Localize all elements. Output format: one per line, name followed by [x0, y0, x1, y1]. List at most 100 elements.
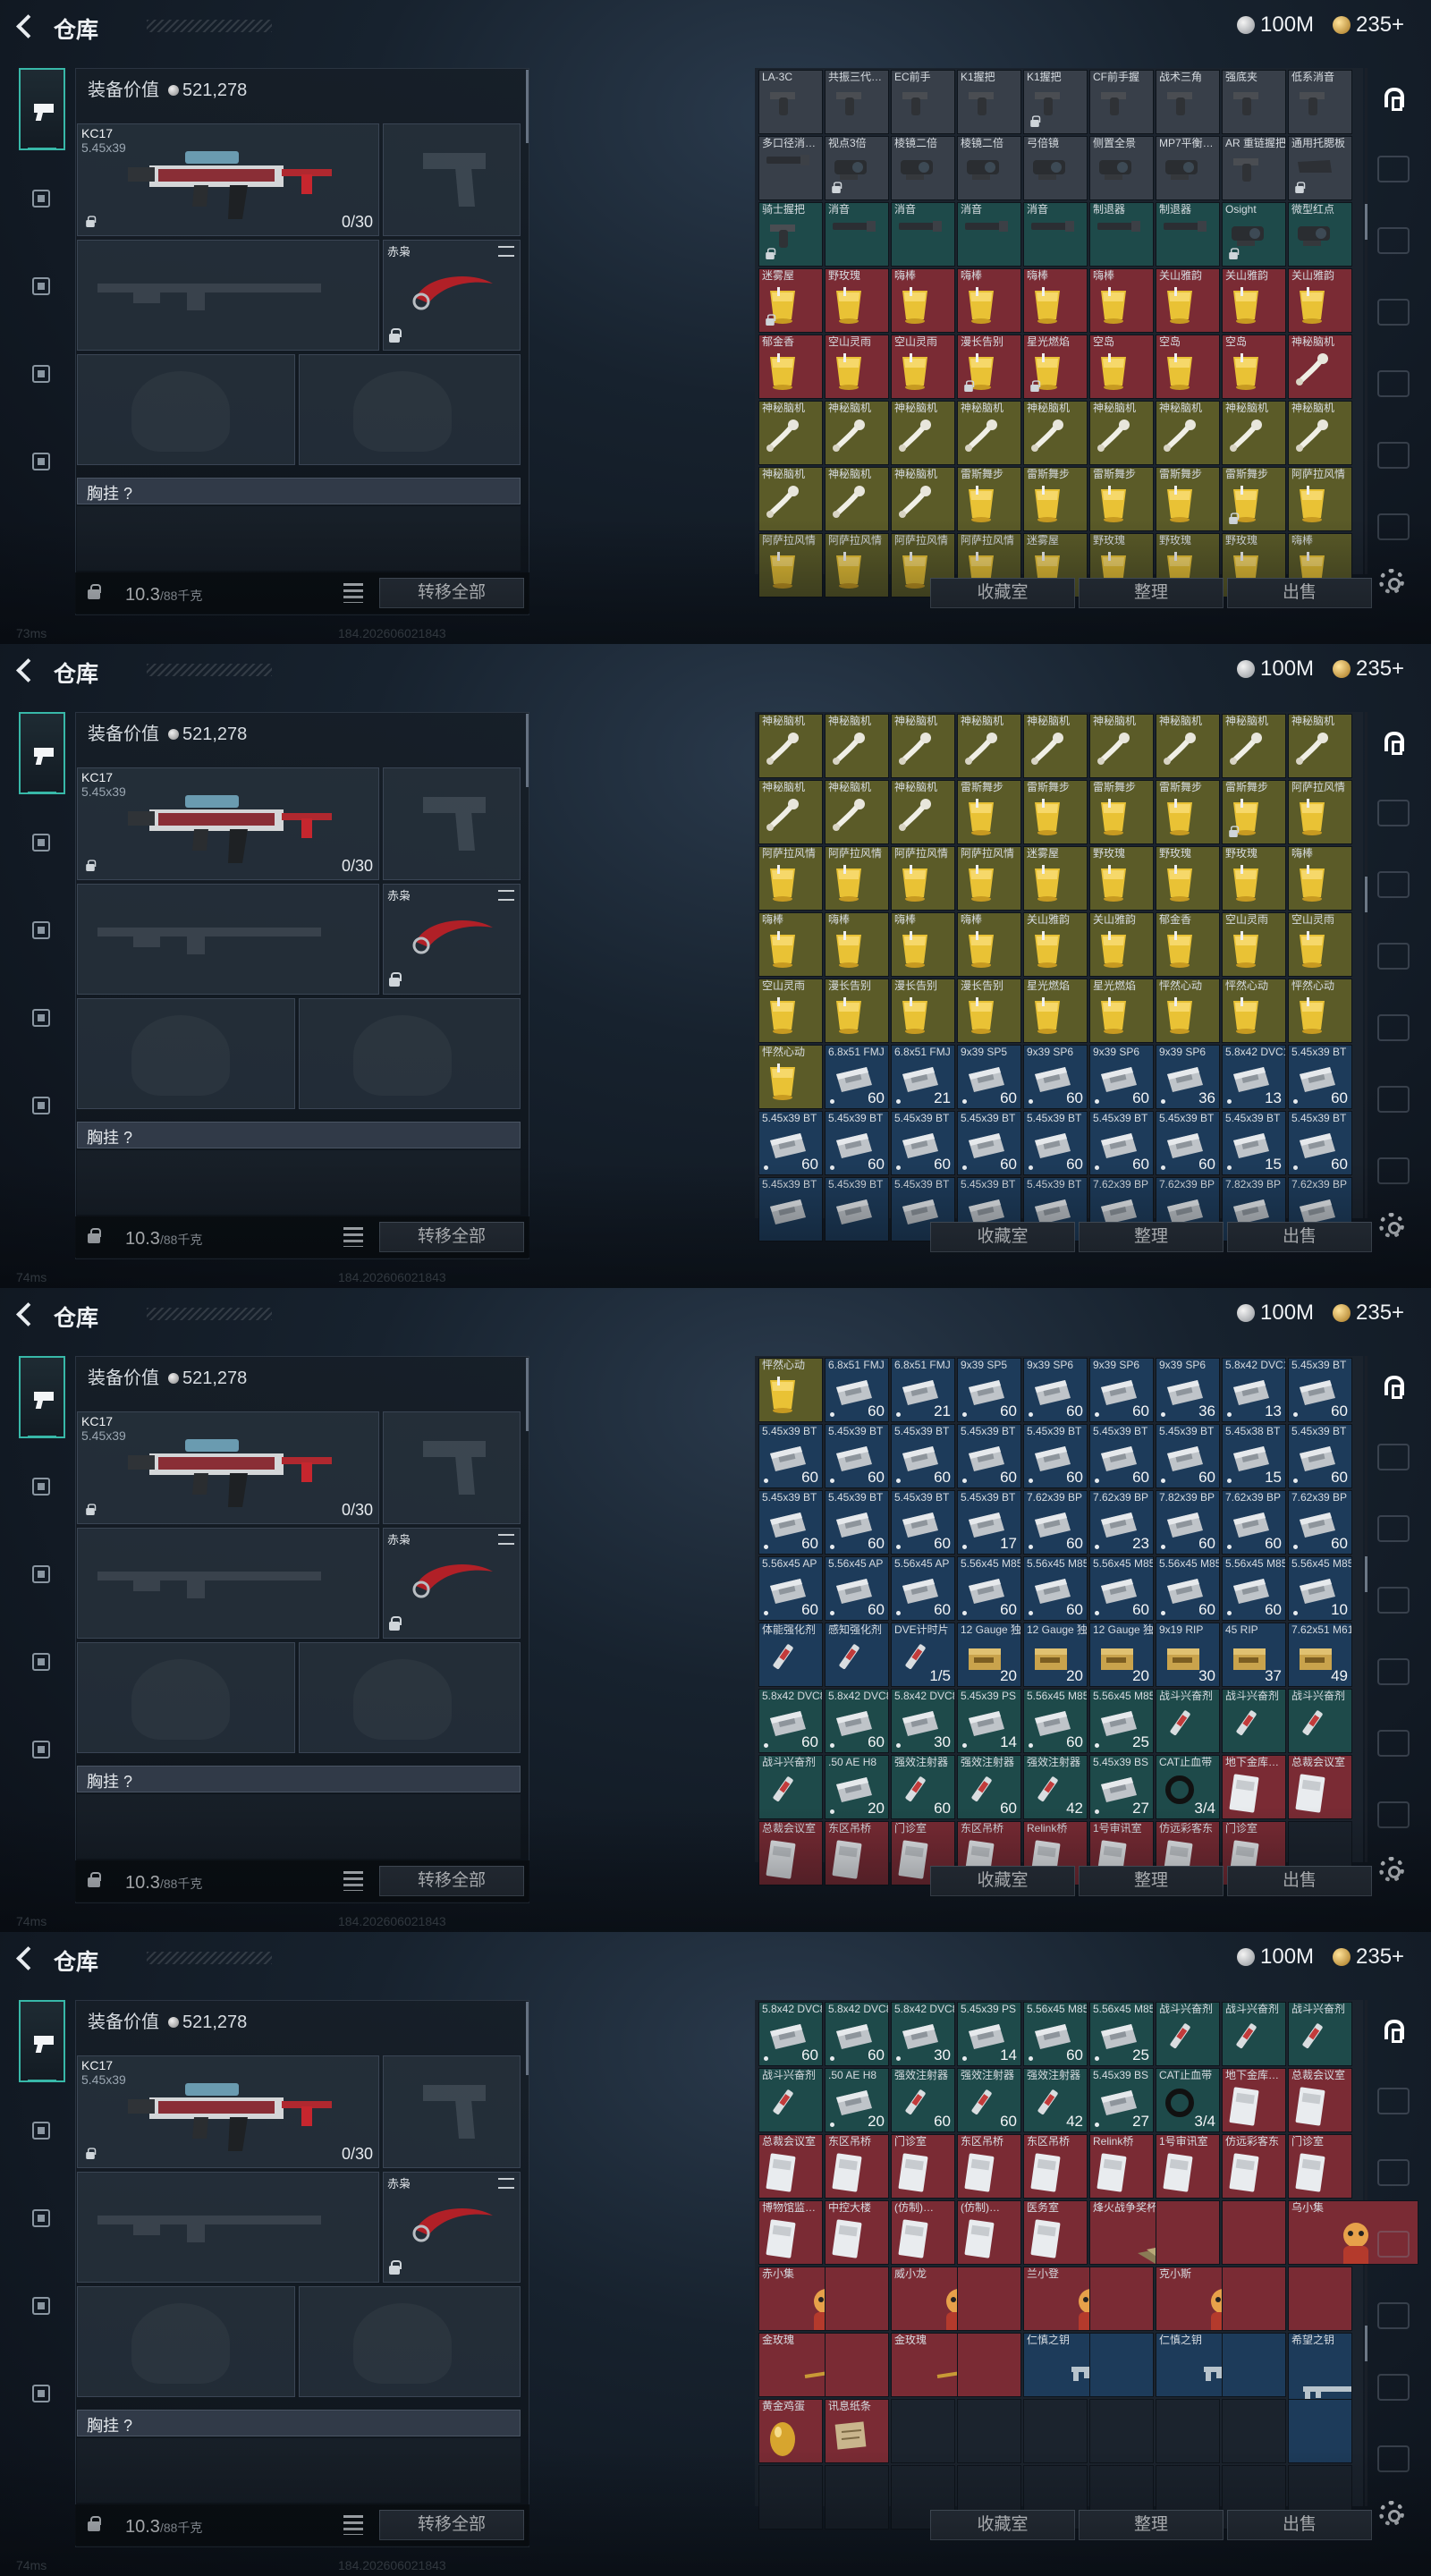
stash-item[interactable]: 神秘脑机	[891, 714, 955, 778]
stash-item[interactable]: 5.8x42 DVC12 13	[1222, 1358, 1286, 1422]
stash-item[interactable]: 战斗兴奋剂	[758, 2068, 823, 2132]
stash-item[interactable]: 雷斯舞步	[957, 467, 1021, 531]
stash-item[interactable]: 战术三角	[1156, 70, 1220, 134]
stash-item[interactable]: 东区吊桥	[957, 1821, 1021, 1885]
stash-item[interactable]: 5.45x39 BT 60	[891, 1111, 955, 1175]
stash-item[interactable]: 7.82x39 BP	[1222, 1177, 1286, 1241]
stash-scrollbar[interactable]	[1365, 2326, 1367, 2361]
stash-item[interactable]: 5.45x39 BT 60	[891, 1490, 955, 1555]
back-arrow-icon[interactable]	[13, 1301, 38, 1327]
stash-item[interactable]: 5.45x39 BT 60	[1023, 1111, 1088, 1175]
stash-item[interactable]: 强效注射器 42	[1023, 1755, 1088, 1819]
stash-item[interactable]: 空山灵雨	[758, 979, 823, 1043]
transfer-all-button[interactable]: 转移全部	[379, 2510, 524, 2540]
stash-item[interactable]: 星光燃焰	[1023, 335, 1088, 399]
stash-item[interactable]: 骑士握把	[758, 202, 823, 267]
stash-item[interactable]: 关山雅韵	[1089, 912, 1154, 977]
stash-item[interactable]: 漫长告别	[957, 335, 1021, 399]
stash-item[interactable]: 5.56x45 M855A1 60	[1023, 1556, 1088, 1621]
stash-item[interactable]: 强效注射器 42	[1023, 2068, 1088, 2132]
list-icon[interactable]	[343, 1227, 363, 1247]
stash-item[interactable]: CF前手握	[1089, 70, 1154, 134]
tab-armor[interactable]	[21, 2111, 62, 2152]
storage-tab-6[interactable]	[1377, 442, 1410, 469]
stash-item[interactable]: 总裁会议室	[1288, 2068, 1352, 2132]
chest-rig-header[interactable]: 胸挂 ?	[77, 2410, 521, 2436]
stash-item[interactable]: 5.45x39 BT 60	[1288, 1358, 1352, 1422]
stash-item[interactable]: (仿制)…	[891, 2200, 955, 2265]
sort-button[interactable]: 整理	[1079, 1866, 1224, 1896]
stash-item[interactable]: 神秘脑机	[891, 780, 955, 844]
stash-item[interactable]: 9x19 RIP 30	[1156, 1623, 1220, 1687]
stash-item[interactable]: 阿萨拉风情	[758, 846, 823, 911]
stash-item[interactable]: 5.45x39 BT 60	[957, 1111, 1021, 1175]
stash-item[interactable]: 12 Gauge 独头 20	[1089, 1623, 1154, 1687]
stash-item[interactable]: 战斗兴奋剂	[1288, 1689, 1352, 1753]
tab-armor[interactable]	[21, 179, 62, 220]
armor-slot[interactable]	[299, 2286, 521, 2397]
stash-item[interactable]: 5.56x45 M855 60	[1023, 1689, 1088, 1753]
swap-icon[interactable]	[498, 246, 514, 257]
stash-item[interactable]: 5.45x39 BT 60	[1089, 1111, 1154, 1175]
secondary-weapon-slot[interactable]	[77, 1528, 379, 1639]
sort-button[interactable]: 整理	[1079, 578, 1224, 608]
stash-item[interactable]: 5.45x39 BT 60	[1288, 1111, 1352, 1175]
stash-item[interactable]: 强效注射器 60	[957, 1755, 1021, 1819]
tab-clipboard[interactable]	[21, 354, 62, 395]
stash-item[interactable]: 漫长告别	[957, 979, 1021, 1043]
stash-item[interactable]	[957, 2399, 1021, 2463]
stash-item[interactable]	[1156, 2200, 1220, 2265]
stash-item[interactable]: 消音	[825, 202, 889, 267]
stash-item[interactable]: 门诊室	[1288, 2134, 1352, 2199]
tab-clipboard[interactable]	[21, 2286, 62, 2327]
stash-item[interactable]: 门诊室	[891, 2134, 955, 2199]
stash-item[interactable]: 5.8x42 DVC88 60	[758, 2002, 823, 2066]
stash-item[interactable]: 5.56x45 AP 60	[758, 1556, 823, 1621]
stash-item[interactable]: 迷雾屋	[1023, 533, 1088, 597]
stash-item[interactable]: 雷斯舞步	[1156, 467, 1220, 531]
sidearm-slot[interactable]	[383, 1411, 521, 1524]
gold-currency[interactable]: 235+	[1333, 1301, 1404, 1326]
stash-item[interactable]: 7.62x39 BP 23	[1089, 1490, 1154, 1555]
chest-rig-header[interactable]: 胸挂 ?	[77, 1766, 521, 1792]
tab-backpack[interactable]	[21, 911, 62, 952]
stash-item[interactable]: 阿萨拉风情	[957, 533, 1021, 597]
stash-item[interactable]: 嗨棒	[957, 268, 1021, 333]
loadout-scrollbar[interactable]	[526, 1358, 529, 1431]
stash-item[interactable]: 漫长告别	[891, 979, 955, 1043]
stash-item[interactable]: 5.56x45 AP 60	[891, 1556, 955, 1621]
stash-item[interactable]: 嗨棒	[758, 912, 823, 977]
stash-item[interactable]: 5.8x42 DVC88 60	[825, 2002, 889, 2066]
stash-item[interactable]: 5.45x39 BT 60	[891, 1424, 955, 1488]
stash-item[interactable]: 5.8x42 DVC88 60	[825, 1689, 889, 1753]
stash-item[interactable]: 东区吊桥	[825, 1821, 889, 1885]
settings-gear-icon[interactable]	[1379, 569, 1404, 594]
stash-item[interactable]: 5.56x45 M855A1 60	[957, 1556, 1021, 1621]
stash-item[interactable]: 9x39 SP6 60	[1089, 1358, 1154, 1422]
melee-slot[interactable]: 赤枭	[383, 884, 521, 995]
warehouse-tab[interactable]	[1377, 1370, 1410, 1399]
collection-room-button[interactable]: 收藏室	[930, 2510, 1075, 2540]
stash-item[interactable]: 总裁会议室	[758, 1821, 823, 1885]
stash-item[interactable]: 5.45x39 BT 60	[825, 1490, 889, 1555]
stash-item[interactable]: 强效注射器 60	[891, 1755, 955, 1819]
back-arrow-icon[interactable]	[13, 657, 38, 683]
storage-tab-7[interactable]	[1377, 1801, 1410, 1828]
stash-item[interactable]	[825, 2333, 889, 2397]
stash-item[interactable]: 弓倍镜	[1023, 136, 1088, 200]
stash-item[interactable]: 5.45x39 BT	[1023, 1177, 1088, 1241]
stash-item[interactable]: Relink桥	[1023, 1821, 1088, 1885]
list-icon[interactable]	[343, 1871, 363, 1891]
stash-item[interactable]: 神秘脑机	[1023, 401, 1088, 465]
melee-slot[interactable]: 赤枭	[383, 2172, 521, 2283]
tab-backpack[interactable]	[21, 2199, 62, 2240]
storage-tab-7[interactable]	[1377, 513, 1410, 540]
stash-item[interactable]: 关山雅韵	[1222, 268, 1286, 333]
stash-item[interactable]: 5.45x39 BT	[758, 1177, 823, 1241]
stash-item[interactable]: 神秘脑机	[1222, 401, 1286, 465]
loadout-scrollbar[interactable]	[526, 2002, 529, 2075]
stash-item[interactable]: 5.45x39 BT 60	[1089, 1424, 1154, 1488]
stash-item[interactable]: 通用托腮板	[1288, 136, 1352, 200]
stash-item[interactable]: 神秘脑机	[758, 467, 823, 531]
warehouse-tab[interactable]	[1377, 726, 1410, 755]
